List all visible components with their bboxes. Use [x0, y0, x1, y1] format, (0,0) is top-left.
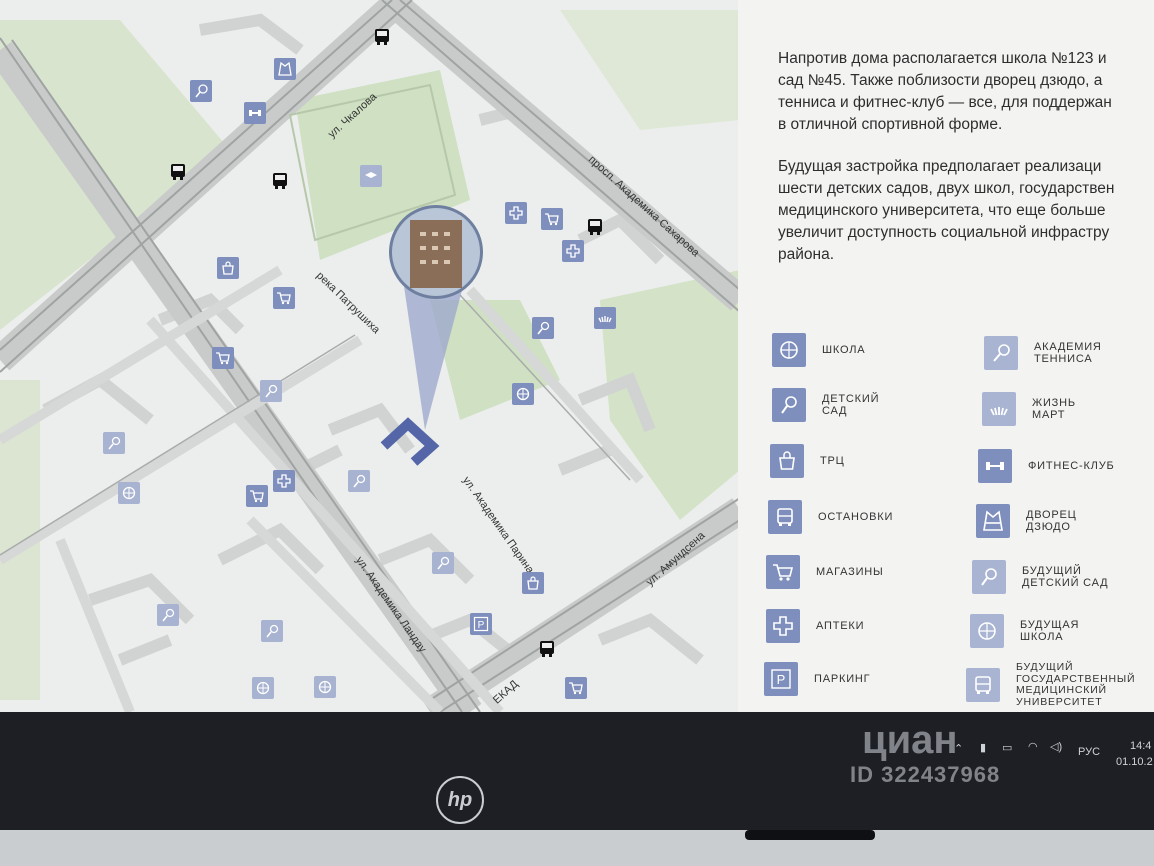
info-panel: Напротив дома располагается школа №123 и…	[738, 0, 1154, 712]
legend-label: БУДУЩИЙ ДЕТСКИЙ САД	[1022, 565, 1109, 589]
dumbbell-icon	[978, 449, 1012, 483]
laptop-hinge	[745, 830, 875, 840]
legend-item-pharmacy[interactable]: АПТЕКИ	[766, 609, 864, 643]
wifi-icon[interactable]: ◠	[1028, 740, 1038, 753]
parking-icon: P	[764, 662, 798, 696]
shop-icon[interactable]	[246, 485, 268, 507]
legend-label: МАГАЗИНЫ	[816, 566, 884, 578]
future-school-icon[interactable]	[314, 676, 336, 698]
svg-text:P: P	[777, 672, 786, 687]
legend-item-tennis[interactable]: АКАДЕМИЯ ТЕННИСА	[984, 336, 1102, 370]
tennis-icon	[984, 336, 1018, 370]
tennis-icon[interactable]	[190, 80, 212, 102]
globe-icon	[772, 333, 806, 367]
bus-stop-icon[interactable]	[539, 640, 555, 658]
legend-label: ТРЦ	[820, 455, 845, 467]
legend-item-mall[interactable]: ТРЦ	[770, 444, 845, 478]
hp-logo: hp	[436, 776, 484, 824]
legend-label: ШКОЛА	[822, 344, 866, 356]
shop-icon[interactable]	[273, 287, 295, 309]
rattle-icon	[772, 388, 806, 422]
shop-icon[interactable]	[541, 208, 563, 230]
kimono-icon	[976, 504, 1010, 538]
clock-time[interactable]: 14:4	[1130, 740, 1151, 752]
future-kindergarten-icon[interactable]	[103, 432, 125, 454]
legend-item-judo[interactable]: ДВОРЕЦ ДЗЮДО	[976, 504, 1077, 538]
clock-date[interactable]: 01.10.2	[1116, 756, 1153, 768]
future-school-icon[interactable]	[118, 482, 140, 504]
watermark-id: ID 322437968	[850, 762, 1001, 787]
rattle-icon	[972, 560, 1006, 594]
burst-icon	[982, 392, 1016, 426]
legend-item-shops[interactable]: МАГАЗИНЫ	[766, 555, 884, 589]
mall-bag-icon[interactable]	[522, 572, 544, 594]
shop-icon[interactable]	[212, 347, 234, 369]
future-kindergarten-icon[interactable]	[261, 620, 283, 642]
future-school-icon[interactable]	[360, 165, 382, 187]
legend-label: ЖИЗНЬ МАРТ	[1032, 397, 1076, 421]
legend-label: ДЕТСКИЙ САД	[822, 393, 880, 417]
watermark-logo: циан	[822, 718, 958, 763]
future-kindergarten-icon[interactable]	[432, 552, 454, 574]
bus-stop-icon[interactable]	[272, 172, 288, 190]
legend-label: БУДУЩАЯ ШКОЛА	[1020, 619, 1080, 643]
bus-icon	[966, 668, 1000, 702]
laptop-base	[0, 830, 1154, 866]
mall-bag-icon[interactable]	[217, 257, 239, 279]
screen: ул. Чкалова просп. Академика Сахарова ре…	[0, 0, 1154, 712]
legend-label: АКАДЕМИЯ ТЕННИСА	[1034, 341, 1102, 365]
kindergarten-icon[interactable]	[532, 317, 554, 339]
legend-item-future-kindergarten[interactable]: БУДУЩИЙ ДЕТСКИЙ САД	[972, 560, 1108, 594]
globe-icon	[970, 614, 1004, 648]
legend-item-kindergarten[interactable]: ДЕТСКИЙ САД	[772, 388, 879, 422]
school-globe-icon[interactable]	[512, 383, 534, 405]
legend-item-school[interactable]: ШКОЛА	[772, 333, 865, 367]
bus-stop-icon[interactable]	[374, 28, 390, 46]
future-kindergarten-icon[interactable]	[157, 604, 179, 626]
legend-label: АПТЕКИ	[816, 620, 865, 632]
parking-icon[interactable]: P	[470, 613, 492, 635]
bus-icon	[768, 500, 802, 534]
legend-label: БУДУЩИЙ ГОСУДАРСТВЕННЫЙ МЕДИЦИНСКИЙ УНИВЕРС…	[1016, 661, 1136, 708]
legend-item-fitness[interactable]: ФИТНЕС-КЛУБ	[978, 449, 1115, 483]
zhizn-mart-icon[interactable]	[594, 307, 616, 329]
legend-label: ФИТНЕС-КЛУБ	[1028, 460, 1115, 472]
legend-item-zhizn-mart[interactable]: ЖИЗНЬ МАРТ	[982, 392, 1076, 426]
language-indicator[interactable]: РУС	[1078, 746, 1100, 758]
cross-icon	[766, 609, 800, 643]
legend-item-future-university[interactable]: БУДУЩИЙ ГОСУДАРСТВЕННЫЙ МЕДИЦИНСКИЙ УНИВЕРС…	[966, 661, 1136, 708]
bus-stop-icon[interactable]	[170, 163, 186, 181]
future-school-icon[interactable]	[252, 677, 274, 699]
description-paragraph-1: Напротив дома располагается школа №123 и…	[778, 50, 1112, 133]
kimono-icon[interactable]	[274, 58, 296, 80]
future-kindergarten-icon[interactable]	[348, 470, 370, 492]
volume-icon[interactable]: ◁)	[1050, 740, 1062, 753]
cart-icon	[766, 555, 800, 589]
microphone-icon[interactable]: ▮	[980, 741, 986, 754]
pharmacy-icon[interactable]	[273, 470, 295, 492]
future-kindergarten-icon[interactable]	[260, 380, 282, 402]
legend-label: ПАРКИНГ	[814, 673, 871, 685]
pharmacy-icon[interactable]	[505, 202, 527, 224]
description-paragraph-2: Будущая застройка предполагает реализаци…	[778, 158, 1115, 263]
legend-item-future-school[interactable]: БУДУЩАЯ ШКОЛА	[970, 614, 1079, 648]
legend-label: ОСТАНОВКИ	[818, 511, 894, 523]
legend-label: ДВОРЕЦ ДЗЮДО	[1026, 509, 1077, 533]
legend-item-bus-stops[interactable]: ОСТАНОВКИ	[768, 500, 893, 534]
bag-icon	[770, 444, 804, 478]
battery-icon[interactable]: ▭	[1002, 741, 1012, 754]
pharmacy-icon[interactable]	[562, 240, 584, 262]
legend-item-parking[interactable]: P ПАРКИНГ	[764, 662, 870, 696]
shop-icon[interactable]	[565, 677, 587, 699]
watermark-name: циан	[862, 718, 958, 762]
dumbbell-icon[interactable]	[244, 102, 266, 124]
bus-stop-icon[interactable]	[587, 218, 603, 236]
parking-letter: P	[478, 620, 485, 631]
